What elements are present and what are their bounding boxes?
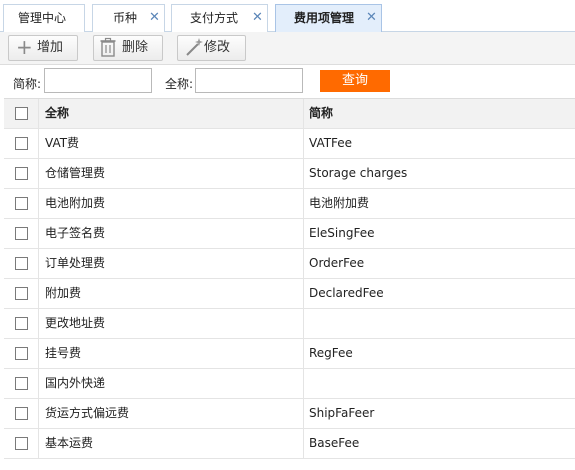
- full-name-cell: 附加费: [39, 279, 304, 308]
- close-icon[interactable]: ✕: [366, 5, 377, 31]
- full-name-cell: 电子签名费: [39, 219, 304, 248]
- close-icon[interactable]: ✕: [252, 5, 263, 31]
- select-all-checkbox[interactable]: [15, 107, 28, 120]
- full-name-cell: 仓储管理费: [39, 159, 304, 188]
- table-row[interactable]: 国内外快递: [4, 369, 575, 399]
- short-name-cell: EleSingFee: [309, 226, 375, 240]
- tab-currency[interactable]: 币种 ✕: [92, 4, 165, 32]
- row-checkbox-cell: [4, 309, 39, 338]
- table-row[interactable]: VAT费 VATFee: [4, 129, 575, 159]
- short-name-cell: Storage charges: [309, 166, 408, 180]
- edit-wand-icon: [185, 36, 203, 65]
- row-checkbox[interactable]: [15, 437, 28, 450]
- full-name-cell: VAT费: [39, 129, 304, 158]
- row-checkbox-cell: [4, 189, 39, 218]
- tab-fee-items[interactable]: 费用项管理 ✕: [275, 4, 382, 33]
- row-checkbox-cell: [4, 129, 39, 158]
- header-checkbox-cell: [4, 99, 39, 128]
- full-name-label: 全称:: [165, 77, 194, 91]
- short-name-cell: [304, 369, 575, 398]
- row-checkbox[interactable]: [15, 377, 28, 390]
- tab-bar: 管理中心 币种 ✕ 支付方式 ✕ 费用项管理 ✕: [0, 0, 575, 33]
- row-checkbox[interactable]: [15, 197, 28, 210]
- row-checkbox-cell: [4, 159, 39, 188]
- add-button-label: 增加: [37, 40, 64, 55]
- tab-label: 币种: [113, 11, 138, 25]
- row-checkbox-cell: [4, 369, 39, 398]
- table-row[interactable]: 附加费 DeclaredFee: [4, 279, 575, 309]
- row-checkbox[interactable]: [15, 287, 28, 300]
- row-checkbox[interactable]: [15, 227, 28, 240]
- row-checkbox[interactable]: [15, 167, 28, 180]
- query-button[interactable]: 查询: [320, 70, 390, 92]
- row-checkbox[interactable]: [15, 257, 28, 270]
- short-name-label: 简称:: [13, 77, 42, 91]
- tab-label: 费用项管理: [294, 11, 355, 25]
- full-name-input[interactable]: [195, 68, 303, 93]
- trash-icon: [100, 36, 116, 65]
- table-row[interactable]: 电子签名费 EleSingFee: [4, 219, 575, 249]
- short-name-cell: BaseFee: [309, 436, 360, 450]
- column-header-full-name[interactable]: 全称: [39, 99, 304, 128]
- full-name-cell: 货运方式偏远费: [39, 399, 304, 428]
- edit-button[interactable]: 修改: [177, 35, 246, 61]
- row-checkbox-cell: [4, 399, 39, 428]
- row-checkbox[interactable]: [15, 317, 28, 330]
- row-checkbox[interactable]: [15, 347, 28, 360]
- close-icon[interactable]: ✕: [149, 5, 160, 31]
- full-name-cell: 更改地址费: [39, 309, 304, 338]
- full-name-cell: 基本运费: [39, 429, 304, 458]
- full-name-cell: 订单处理费: [39, 249, 304, 278]
- column-header-short-name[interactable]: 简称: [304, 99, 575, 128]
- short-name-cell: VATFee: [309, 136, 353, 150]
- fee-items-table: 全称 简称 VAT费 VATFee 仓储管理费 Storage charges …: [4, 98, 575, 459]
- short-name-cell: [304, 309, 575, 338]
- tab-payment-methods[interactable]: 支付方式 ✕: [171, 4, 268, 32]
- toolbar: + 增加 删除 修改: [0, 32, 575, 65]
- short-name-cell: ShipFaFeer: [309, 406, 375, 420]
- row-checkbox[interactable]: [15, 407, 28, 420]
- short-name-cell: OrderFee: [309, 256, 365, 270]
- short-name-input[interactable]: [44, 68, 152, 93]
- table-header: 全称 简称: [4, 99, 575, 129]
- table-row[interactable]: 电池附加费 电池附加费: [4, 189, 575, 219]
- short-name-cell: 电池附加费: [309, 196, 370, 210]
- table-row[interactable]: 更改地址费: [4, 309, 575, 339]
- row-checkbox-cell: [4, 339, 39, 368]
- table-row[interactable]: 货运方式偏远费 ShipFaFeer: [4, 399, 575, 429]
- tab-label: 管理中心: [18, 11, 67, 25]
- delete-button-label: 删除: [122, 40, 149, 55]
- full-name-cell: 电池附加费: [39, 189, 304, 218]
- delete-button[interactable]: 删除: [93, 35, 163, 61]
- row-checkbox-cell: [4, 219, 39, 248]
- table-row[interactable]: 挂号费 RegFee: [4, 339, 575, 369]
- row-checkbox-cell: [4, 279, 39, 308]
- row-checkbox-cell: [4, 249, 39, 278]
- tab-management-center[interactable]: 管理中心: [3, 4, 85, 32]
- short-name-cell: DeclaredFee: [309, 286, 384, 300]
- table-row[interactable]: 仓储管理费 Storage charges: [4, 159, 575, 189]
- full-name-cell: 国内外快递: [39, 369, 304, 398]
- table-row[interactable]: 订单处理费 OrderFee: [4, 249, 575, 279]
- plus-icon: +: [16, 35, 33, 59]
- row-checkbox[interactable]: [15, 137, 28, 150]
- table-row[interactable]: 基本运费 BaseFee: [4, 429, 575, 459]
- add-button[interactable]: + 增加: [8, 35, 78, 61]
- row-checkbox-cell: [4, 429, 39, 458]
- tab-label: 支付方式: [190, 11, 239, 25]
- full-name-cell: 挂号费: [39, 339, 304, 368]
- edit-button-label: 修改: [204, 40, 231, 55]
- short-name-cell: RegFee: [309, 346, 353, 360]
- search-bar: 简称: 全称: 查询: [0, 65, 575, 98]
